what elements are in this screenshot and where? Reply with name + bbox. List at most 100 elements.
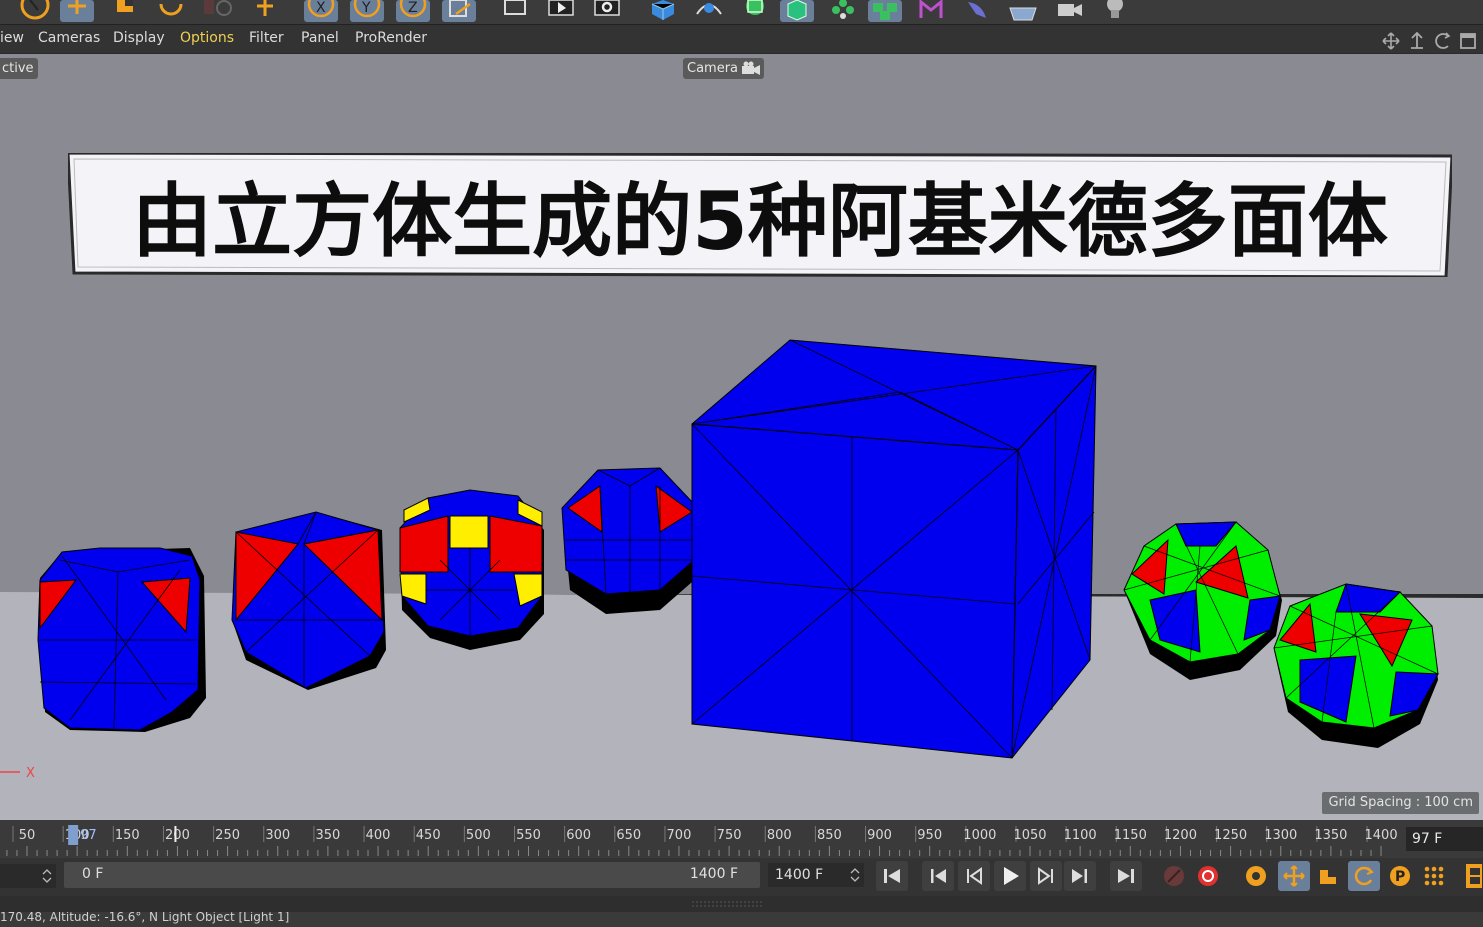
x-axis-icon[interactable]: X xyxy=(304,0,338,22)
timeline-tick-label: 800 xyxy=(767,828,792,843)
previous-key-icon xyxy=(931,869,946,883)
camera-tag[interactable]: Camera xyxy=(683,58,765,79)
light-icon[interactable] xyxy=(1098,0,1132,22)
key-pla-button[interactable] xyxy=(1418,861,1450,891)
go-to-end-button[interactable] xyxy=(1110,861,1142,891)
timeline-window-button[interactable] xyxy=(1458,861,1483,891)
rotate-view-icon[interactable] xyxy=(1433,32,1453,50)
next-key-icon xyxy=(1072,869,1087,883)
spline-pen-icon[interactable] xyxy=(692,0,726,22)
menu-prorender[interactable]: ProRender xyxy=(355,30,427,46)
array-icon[interactable] xyxy=(780,0,814,22)
preview-range-slider[interactable]: 0 F 1400 F xyxy=(64,862,760,888)
timeline-tick-label: 50 xyxy=(19,828,36,843)
render-settings-icon[interactable] xyxy=(590,0,624,22)
render-region-icon[interactable] xyxy=(498,0,532,22)
floor-icon[interactable] xyxy=(1006,0,1040,22)
timeline-tick-label: 300 xyxy=(265,828,290,843)
timeline-tick-label: 1350 xyxy=(1314,828,1347,843)
timeline-tick-label: 1100 xyxy=(1064,828,1097,843)
autokey-button[interactable] xyxy=(1192,861,1224,891)
key-scale-button[interactable] xyxy=(1312,861,1344,891)
maximize-view-icon[interactable] xyxy=(1459,32,1477,50)
cloner-icon[interactable] xyxy=(868,0,902,22)
play-icon xyxy=(1004,867,1019,885)
key-rotation-button[interactable] xyxy=(1348,861,1380,891)
timeline-tick-label: 150 xyxy=(115,828,140,843)
scale-key-icon xyxy=(1320,870,1336,884)
timeline-tick-label: 1200 xyxy=(1164,828,1197,843)
view-name-tag[interactable]: ctive xyxy=(0,58,38,79)
menu-options[interactable]: Options xyxy=(180,30,234,46)
timeline-tick-label: 650 xyxy=(616,828,641,843)
viewport-nav-icons xyxy=(1381,32,1477,50)
truncated-octahedron xyxy=(561,467,695,614)
rotate-icon[interactable] xyxy=(154,0,188,22)
preview-min-field[interactable] xyxy=(0,864,56,888)
timeline-tick-label: 1300 xyxy=(1264,828,1297,843)
rhombicuboctahedron xyxy=(399,489,544,650)
max-frame-field[interactable]: 1400 F xyxy=(768,863,864,887)
range-start-label: 0 F xyxy=(82,866,104,882)
menu-display[interactable]: Display xyxy=(113,30,165,46)
z-axis-icon[interactable]: Z xyxy=(396,0,430,22)
3d-viewport[interactable]: X 由立方体生成的5种阿基米德多面体 xyxy=(0,54,1483,820)
panel-resize-strip[interactable] xyxy=(0,896,1483,912)
next-key-button[interactable] xyxy=(1064,861,1096,891)
timeline-tick-label: 600 xyxy=(566,828,591,843)
recent-icon[interactable] xyxy=(200,0,234,22)
key-parameter-button[interactable]: P xyxy=(1384,861,1416,891)
scale-icon[interactable] xyxy=(108,0,142,22)
svg-text:P: P xyxy=(1395,869,1405,885)
go-to-end-icon xyxy=(1118,869,1134,883)
menu-filter[interactable]: Filter xyxy=(249,30,284,46)
range-marker[interactable] xyxy=(174,826,177,842)
timeline-ruler[interactable]: 5010015020025030035040045050055060065070… xyxy=(0,820,1404,858)
timeline-ruler-bar[interactable]: 5010015020025030035040045050055060065070… xyxy=(0,820,1483,858)
live-select-icon[interactable] xyxy=(18,0,52,22)
next-frame-button[interactable] xyxy=(1030,861,1062,891)
mograph-icon[interactable] xyxy=(914,0,948,22)
camera-label: Camera xyxy=(687,61,739,76)
main-toolbar: X Y Z xyxy=(0,0,1483,25)
world-coord-icon[interactable] xyxy=(442,0,476,22)
keyframe-selection-button[interactable] xyxy=(1240,861,1272,891)
key-position-button[interactable] xyxy=(1278,861,1310,891)
move-icon[interactable] xyxy=(60,0,94,22)
next-frame-icon xyxy=(1038,867,1053,885)
timeline-tick-label: 250 xyxy=(215,828,240,843)
subdivision-icon[interactable] xyxy=(738,0,772,22)
play-button[interactable] xyxy=(994,861,1026,891)
zoom-view-icon[interactable] xyxy=(1407,32,1427,50)
render-view-icon[interactable] xyxy=(544,0,578,22)
svg-text:X: X xyxy=(316,0,326,16)
sweep-icon[interactable] xyxy=(826,0,860,22)
y-axis-icon[interactable]: Y xyxy=(350,0,384,22)
playhead[interactable] xyxy=(68,825,79,845)
title-text: 由立方体生成的5种阿基米德多面体 xyxy=(132,175,1388,268)
add-icon[interactable] xyxy=(248,0,282,22)
current-frame-field[interactable]: 97 F xyxy=(1406,827,1483,851)
max-frame-value: 1400 F xyxy=(775,867,824,883)
camera-small-icon xyxy=(742,61,761,75)
record-active-button[interactable] xyxy=(1158,861,1190,891)
previous-key-button[interactable] xyxy=(922,861,954,891)
timeline-tick-label: 1150 xyxy=(1114,828,1147,843)
pan-view-icon[interactable] xyxy=(1381,32,1401,50)
timeline-tick-label: 900 xyxy=(867,828,892,843)
previous-frame-button[interactable] xyxy=(958,861,990,891)
menu-cameras[interactable]: Cameras xyxy=(38,30,100,46)
deformer-icon[interactable] xyxy=(960,0,994,22)
menu-panel[interactable]: Panel xyxy=(301,30,339,46)
large-cube xyxy=(691,339,1097,759)
viewport-menubar: iew Cameras Display Options Filter Panel… xyxy=(0,25,1483,53)
go-to-start-button[interactable] xyxy=(876,861,908,891)
menu-view[interactable]: iew xyxy=(0,30,24,46)
timeline-tick-label: 450 xyxy=(416,828,441,843)
cube-icon[interactable] xyxy=(646,0,680,22)
status-text: 170.48, Altitude: -16.6°, N Light Object… xyxy=(0,912,290,924)
grid-spacing-label: Grid Spacing : 100 cm xyxy=(1322,792,1479,814)
grip-icon xyxy=(692,901,762,907)
timeline-tick-label: 200 xyxy=(165,828,190,843)
camera-icon[interactable] xyxy=(1052,0,1086,22)
